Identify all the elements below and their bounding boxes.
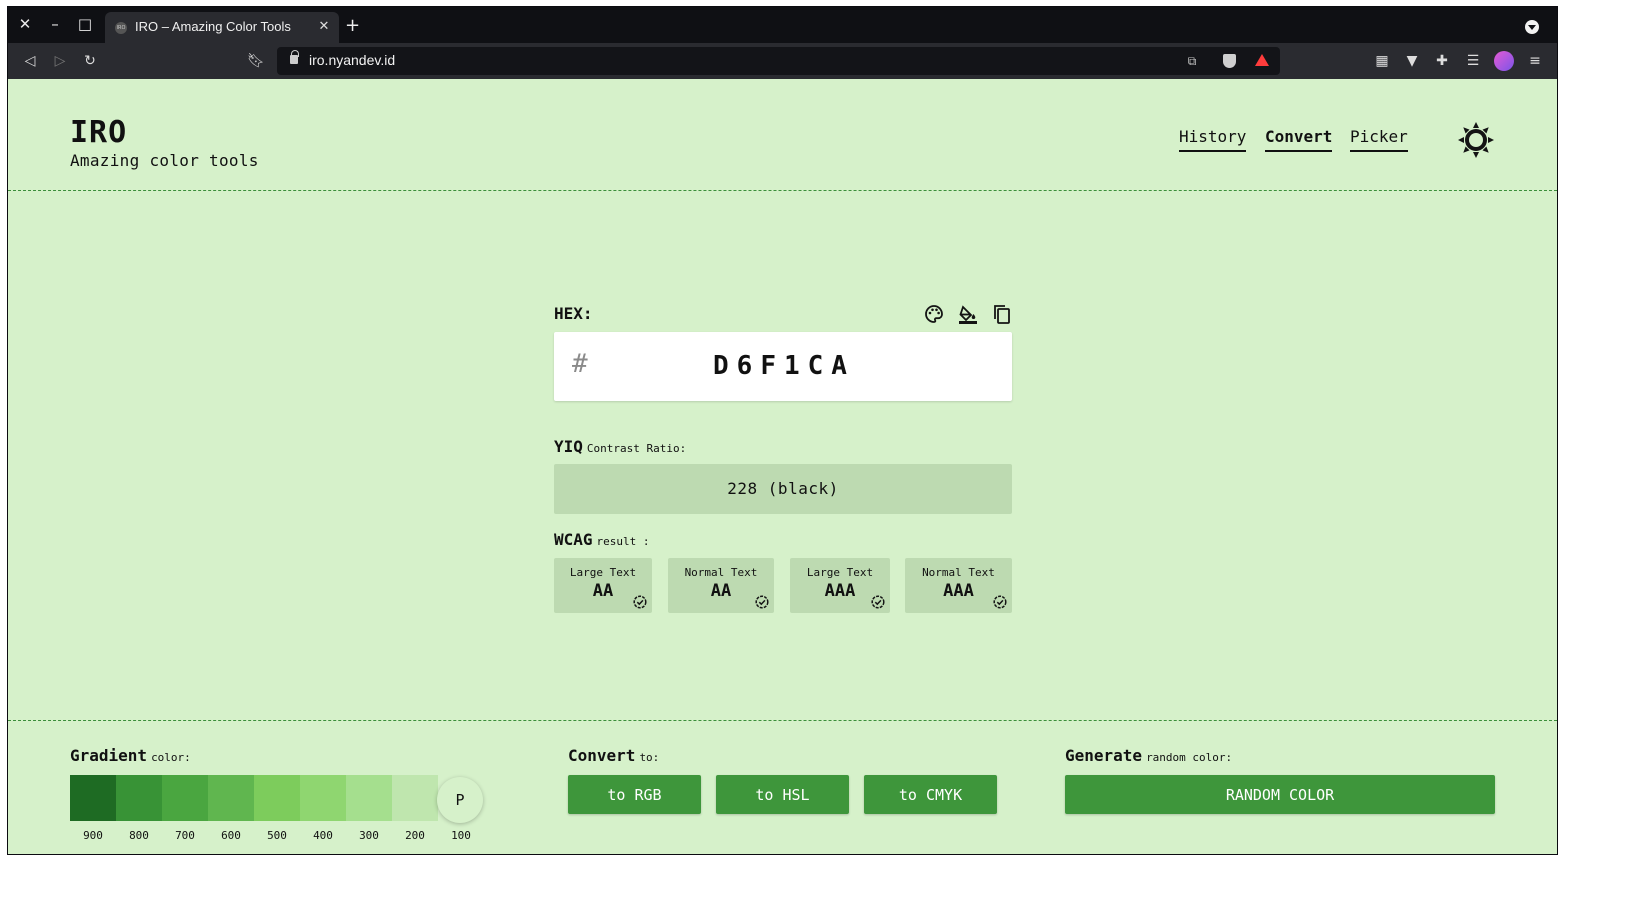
copy-icon[interactable] [992, 304, 1012, 324]
gradient-label: 200 [405, 829, 425, 842]
wcag-size-label: Large Text [569, 566, 637, 579]
wcag-size-label: Normal Text [684, 566, 758, 579]
address-bar[interactable]: iro.nyandev.id ⧉ [277, 47, 1280, 75]
gradient-swatch-600[interactable] [208, 775, 254, 821]
gradient-label: 700 [175, 829, 195, 842]
nav-history-link[interactable]: History [1179, 127, 1247, 152]
header-divider [8, 190, 1557, 191]
hex-input[interactable] [594, 346, 974, 386]
footer-divider [8, 720, 1557, 721]
minimize-window-icon[interactable]: – [44, 13, 66, 35]
extensions-icon[interactable]: ✚ [1432, 51, 1452, 71]
gradient-swatch-200[interactable] [392, 775, 438, 821]
current-color-swatch[interactable]: P [437, 777, 483, 823]
theme-toggle-sun-icon[interactable] [1457, 121, 1495, 159]
pass-check-icon [633, 595, 647, 609]
nav-convert-link[interactable]: Convert [1265, 127, 1333, 152]
gradient-heading: Gradient color: [70, 746, 191, 765]
gradient-swatch-700[interactable] [162, 775, 208, 821]
wcag-size-label: Large Text [806, 566, 874, 579]
palette-icon[interactable] [924, 304, 944, 324]
gradient-label: 600 [221, 829, 241, 842]
gradient-swatch-900[interactable] [70, 775, 116, 821]
generate-title: Generate [1065, 746, 1143, 765]
forward-icon[interactable]: ▷ [50, 51, 70, 71]
tab-bar: ✕ – □ IRO IRO – Amazing Color Tools ✕ + [8, 7, 1557, 43]
gradient-label: 800 [129, 829, 149, 842]
gradient-label: 400 [313, 829, 333, 842]
browser-menu-icon[interactable]: ≡ [1525, 51, 1545, 71]
wcag-size-label: Normal Text [922, 566, 995, 579]
gradient-swatch-300[interactable] [346, 775, 392, 821]
gradient-label: 100 [451, 829, 471, 842]
to-cmyk-button[interactable]: to CMYK [864, 775, 997, 814]
browser-toolbar: ◁ ▷ ↻ 🔖︎ iro.nyandev.id ⧉ ▦ ▼ ✚ ☰ ≡ [8, 43, 1557, 79]
convert-heading: Convert to: [568, 746, 659, 765]
qr-code-icon[interactable]: ▦ [1372, 51, 1392, 71]
gradient-swatch-400[interactable] [300, 775, 346, 821]
gradient-swatches [70, 775, 438, 821]
wcag-normal-aa: Normal Text AA [668, 558, 774, 613]
profile-avatar[interactable] [1494, 51, 1514, 71]
convert-title: Convert [568, 746, 636, 765]
tab-list-icon[interactable] [1525, 20, 1539, 34]
reload-icon[interactable]: ↻ [80, 51, 100, 71]
wcag-heading: WCAG result : [554, 530, 650, 549]
random-color-button[interactable]: RANDOM COLOR [1065, 775, 1495, 814]
yiq-subtitle: Contrast Ratio: [586, 442, 687, 455]
gradient-title: Gradient [70, 746, 148, 765]
generate-subtitle: random color: [1146, 751, 1233, 764]
wcag-large-aa: Large Text AA [554, 558, 652, 613]
wcag-large-aaa: Large Text AAA [790, 558, 890, 613]
yiq-heading: YIQ Contrast Ratio: [554, 437, 686, 456]
close-window-icon[interactable]: ✕ [14, 13, 36, 35]
tab-favicon: IRO [115, 22, 127, 34]
generate-heading: Generate random color: [1065, 746, 1232, 765]
wcag-normal-aaa: Normal Text AAA [905, 558, 1012, 613]
media-playlist-icon[interactable]: ☰ [1463, 51, 1483, 71]
wcag-subtitle: result : [596, 535, 650, 548]
tab-title: IRO – Amazing Color Tools [135, 19, 291, 34]
pass-check-icon [755, 595, 769, 609]
to-hsl-button[interactable]: to HSL [716, 775, 849, 814]
brave-rewards-icon[interactable] [1255, 54, 1269, 66]
browser-tab[interactable]: IRO IRO – Amazing Color Tools ✕ [105, 12, 339, 43]
gradient-labels: 900 800 700 600 500 400 300 200 100 [70, 829, 484, 842]
site-logo[interactable]: IRO [70, 115, 127, 150]
vpn-icon[interactable]: ▼ [1402, 51, 1422, 71]
hex-input-box: # [554, 332, 1012, 401]
tab-close-icon[interactable]: ✕ [315, 18, 333, 36]
gradient-swatch-500[interactable] [254, 775, 300, 821]
gradient-label: 500 [267, 829, 287, 842]
gradient-subtitle: color: [151, 751, 191, 764]
brave-shields-icon[interactable] [1223, 54, 1236, 68]
yiq-result: 228 (black) [554, 464, 1012, 514]
url-text[interactable]: iro.nyandev.id [309, 52, 395, 68]
maximize-window-icon[interactable]: □ [74, 13, 96, 35]
yiq-title: YIQ [554, 437, 583, 456]
bookmark-icon[interactable]: 🔖︎ [246, 51, 266, 71]
gradient-swatch-800[interactable] [116, 775, 162, 821]
fill-color-icon[interactable] [958, 304, 978, 324]
site-tagline: Amazing color tools [70, 151, 259, 170]
nav-picker-link[interactable]: Picker [1350, 127, 1408, 152]
pass-check-icon [871, 595, 885, 609]
open-external-icon[interactable]: ⧉ [1183, 52, 1201, 70]
convert-subtitle: to: [639, 751, 660, 764]
back-icon[interactable]: ◁ [20, 51, 40, 71]
lock-icon [290, 50, 299, 64]
to-rgb-button[interactable]: to RGB [568, 775, 701, 814]
gradient-label: 300 [359, 829, 379, 842]
browser-window: ✕ – □ IRO IRO – Amazing Color Tools ✕ + … [7, 6, 1558, 855]
gradient-label: 900 [83, 829, 103, 842]
pass-check-icon [993, 595, 1007, 609]
iro-page: IRO Amazing color tools History Convert … [8, 79, 1557, 854]
hex-prefix: # [572, 349, 588, 379]
wcag-title: WCAG [554, 530, 593, 549]
new-tab-icon[interactable]: + [345, 16, 360, 36]
hex-label: HEX: [554, 304, 593, 323]
